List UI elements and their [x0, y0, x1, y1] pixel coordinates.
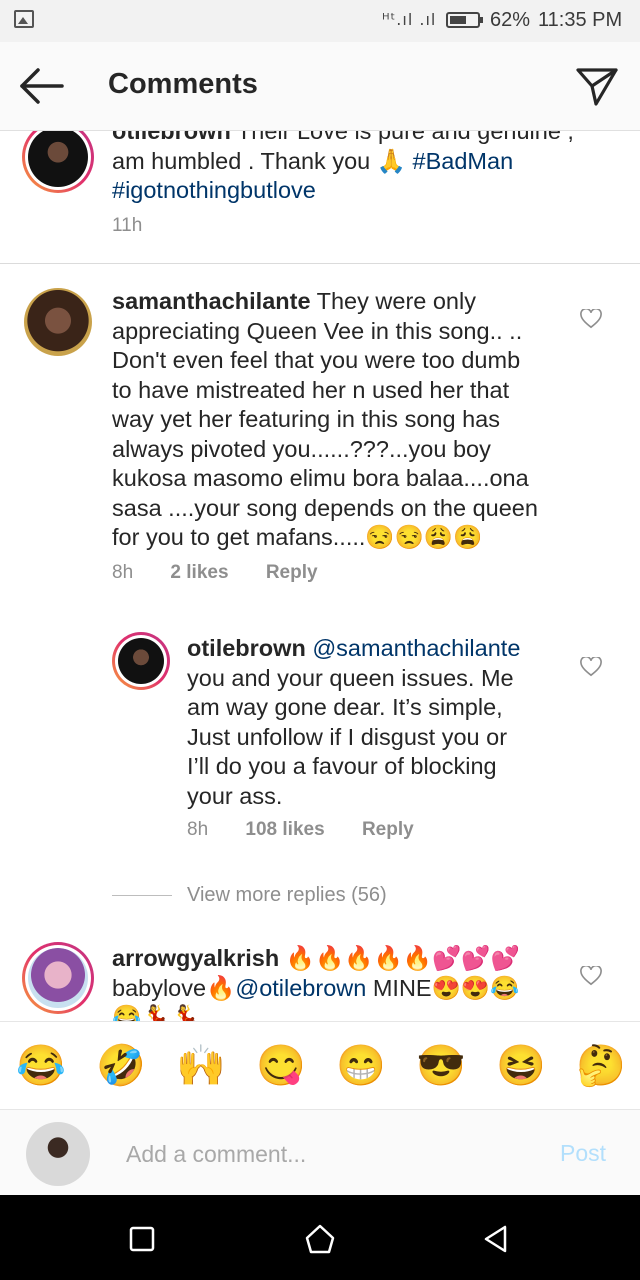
avatar[interactable]: [22, 131, 94, 193]
view-more-replies-button[interactable]: View more replies (56): [187, 884, 387, 907]
comment-text-line: for you to get mafans.....😒😒😩😩: [112, 524, 483, 550]
emoji-button[interactable]: 🙌: [176, 1042, 226, 1090]
avatar[interactable]: [24, 288, 92, 356]
comment-input[interactable]: [124, 1136, 528, 1172]
comment-meta: 11h: [112, 215, 174, 237]
like-heart-icon[interactable]: [580, 307, 602, 329]
comment-time: 8h: [187, 819, 209, 840]
battery-percent: 62%: [490, 9, 531, 31]
emoji-button[interactable]: 😁: [336, 1042, 386, 1090]
system-nav-bar: [0, 1195, 640, 1280]
emoji-button[interactable]: 🤔: [576, 1042, 626, 1090]
direct-send-icon[interactable]: [574, 64, 620, 108]
comment-feed[interactable]: otilebrown Their Love is pure and genuin…: [0, 131, 640, 1021]
comment-emoji: 🔥🔥🔥🔥🔥💕💕💕: [285, 945, 520, 971]
status-bar: ᴴᵗ.ıl .ıl 62% 11:35 PM: [0, 0, 640, 42]
emoji-quick-bar: 😂 🤣 🙌 😋 😁 😎 😆 🤔: [0, 1021, 640, 1110]
comment-text-line: you and your queen issues. Me: [187, 664, 514, 691]
like-heart-icon[interactable]: [580, 964, 602, 986]
my-avatar: [26, 1122, 90, 1186]
mention-link[interactable]: @otilebrown: [235, 975, 366, 1001]
back-arrow-icon[interactable]: [18, 66, 66, 106]
post-button[interactable]: Post: [560, 1140, 606, 1167]
clock: 11:35 PM: [538, 9, 623, 31]
comment-item: arrowgyalkrish 🔥🔥🔥🔥🔥💕💕💕 babylove🔥@otileb…: [0, 936, 640, 1021]
like-heart-icon[interactable]: [580, 655, 602, 677]
comment-item: samanthachilante They were only apprecia…: [0, 264, 640, 594]
comment-text-line: I’ll do you a favour of blocking: [187, 753, 497, 779]
mention-link[interactable]: @samanthachilante: [312, 635, 520, 661]
emoji-button[interactable]: 😆: [496, 1042, 546, 1090]
page-title: Comments: [108, 68, 258, 100]
battery-icon: [446, 12, 483, 28]
comment-username[interactable]: samanthachilante: [112, 288, 311, 314]
hashtag-link[interactable]: #igotnothingbutlove: [112, 177, 316, 203]
emoji-button[interactable]: 😎: [416, 1042, 466, 1090]
comment-text-line: always pivoted you......???...you boy: [112, 435, 491, 462]
reply-button[interactable]: Reply: [266, 562, 318, 583]
emoji-button[interactable]: 😋: [256, 1042, 306, 1090]
comment-composer: Post: [0, 1109, 640, 1196]
comment-text: am humbled . Thank you 🙏: [112, 147, 407, 174]
emoji-button[interactable]: 🤣: [96, 1042, 146, 1090]
home-icon[interactable]: [300, 1219, 340, 1259]
comment-meta: 8h 2 likes Reply: [112, 562, 350, 584]
comment-text: babylove🔥: [112, 974, 236, 1001]
header: Comments: [0, 42, 640, 131]
comment-text: MINE😍😍😂: [366, 974, 520, 1001]
comment-text-line: your ass.: [187, 782, 283, 809]
comment-text-line: Don't even feel that you were too dumb: [112, 347, 521, 373]
comment-time: 11h: [112, 215, 143, 236]
comment-time: 8h: [112, 562, 134, 583]
likes-count[interactable]: 108 likes: [245, 819, 324, 840]
likes-count[interactable]: 2 likes: [170, 562, 228, 583]
comment-text-line: to have mistreated her n used her that: [112, 376, 510, 403]
signal-icon: ᴴᵗ.ıl .ıl: [382, 10, 437, 29]
divider: [112, 895, 172, 896]
avatar[interactable]: [112, 632, 170, 690]
comment-username[interactable]: otilebrown: [187, 635, 306, 661]
comment-text-line: way yet her featuring in this song has: [112, 406, 500, 432]
comment-username[interactable]: arrowgyalkrish: [112, 945, 279, 971]
avatar[interactable]: [22, 942, 94, 1014]
hashtag-link[interactable]: #BadMan: [413, 148, 514, 174]
comment-emoji: 😂💃💃: [112, 1004, 200, 1021]
back-icon[interactable]: [476, 1219, 516, 1259]
comment-username[interactable]: otilebrown: [112, 131, 231, 144]
reply-item: otilebrown @samanthachilante you and you…: [0, 626, 640, 856]
comment-text-line: They were only: [316, 288, 476, 314]
recent-apps-icon[interactable]: [122, 1219, 162, 1259]
comment-text: Their Love is pure and genuine ,: [236, 131, 574, 144]
comment-text-line: am way gone dear. It’s simple,: [187, 694, 503, 720]
comment-item: otilebrown Their Love is pure and genuin…: [0, 131, 640, 263]
reply-button[interactable]: Reply: [362, 819, 414, 840]
comment-text-line: Just unfollow if I disgust you or: [187, 723, 508, 750]
gallery-icon: [14, 10, 34, 28]
comment-meta: 8h 108 likes Reply: [187, 819, 446, 841]
emoji-button[interactable]: 😂: [16, 1042, 66, 1090]
comment-text-line: sasa ....your song depends on the queen: [112, 494, 538, 521]
comment-text-line: appreciating Queen Vee in this song.. ..: [112, 317, 523, 344]
comment-text-line: kukosa masomo elimu bora balaa....ona: [112, 465, 529, 491]
